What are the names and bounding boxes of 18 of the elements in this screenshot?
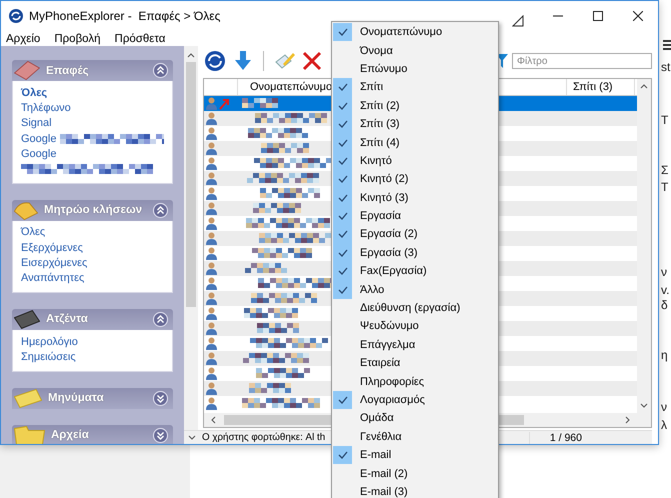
document-text: Σ — [661, 163, 668, 177]
document-text: v. — [661, 283, 670, 297]
status-message: Ο χρήστης φορτώθηκε: Al th — [202, 432, 326, 443]
document-text: T — [661, 113, 668, 127]
document-text: δ — [661, 298, 668, 312]
window-title: MyPhoneExplorer - Επαφές > Όλες — [29, 9, 220, 23]
section-title: Αρχεία — [51, 429, 89, 442]
document-text: Τ — [661, 180, 668, 194]
section-title: Μητρώο κλήσεων — [44, 204, 142, 216]
record-count: 1 / 960 — [528, 432, 602, 444]
section-title: Μηνύματα — [48, 392, 104, 404]
document-text: st — [661, 60, 670, 74]
document-text: ν — [661, 265, 667, 279]
document-text: η — [661, 348, 668, 362]
document-text: λ — [661, 418, 667, 432]
section-title: Ατζέντα — [46, 313, 88, 326]
document-text: ν — [661, 400, 667, 414]
section-title: Επαφές — [46, 64, 89, 76]
